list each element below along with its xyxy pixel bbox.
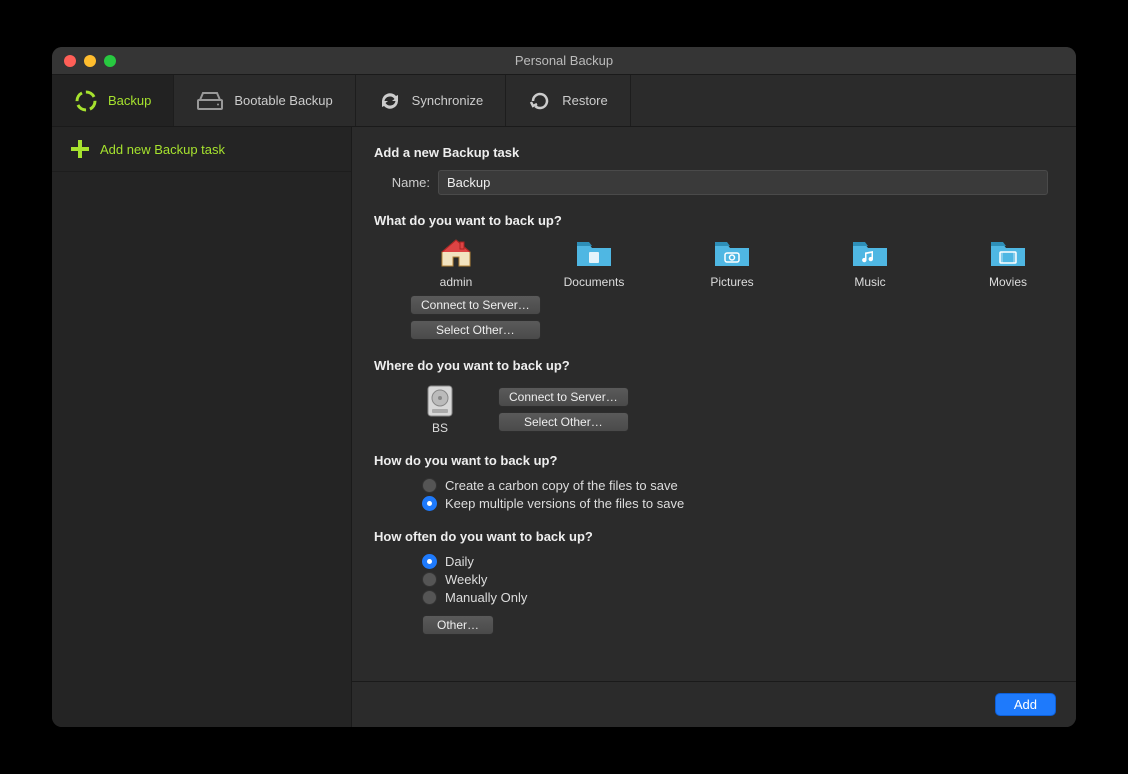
footer: Add <box>352 681 1076 727</box>
source-pictures[interactable]: Pictures <box>686 238 778 289</box>
minimize-icon[interactable] <box>84 55 96 67</box>
window-title: Personal Backup <box>52 53 1076 68</box>
how-option-multiple-versions[interactable]: Keep multiple versions of the files to s… <box>422 496 1054 511</box>
titlebar: Personal Backup <box>52 47 1076 75</box>
backup-name-input[interactable] <box>438 170 1048 195</box>
source-label: Music <box>854 275 885 289</box>
tab-backup[interactable]: Backup <box>52 75 174 126</box>
add-backup-task[interactable]: Add new Backup task <box>52 127 351 172</box>
source-label: Movies <box>989 275 1027 289</box>
how-option-carbon-copy[interactable]: Create a carbon copy of the files to sav… <box>422 478 1054 493</box>
drive-icon <box>196 90 224 112</box>
connect-to-server-dest-button[interactable]: Connect to Server… <box>498 387 629 407</box>
form-heading: Add a new Backup task <box>374 145 1054 160</box>
select-other-dest-button[interactable]: Select Other… <box>498 412 629 432</box>
radio-label: Daily <box>445 554 474 569</box>
movies-folder-icon <box>989 238 1027 271</box>
add-button[interactable]: Add <box>995 693 1056 716</box>
sync-icon <box>378 89 402 113</box>
radio-icon <box>422 478 437 493</box>
toolbar: Backup Bootable Backup Synchronize Resto… <box>52 75 1076 127</box>
radio-icon <box>422 554 437 569</box>
radio-icon <box>422 572 437 587</box>
pictures-folder-icon <box>713 238 751 271</box>
source-label: Documents <box>564 275 625 289</box>
how-heading: How do you want to back up? <box>374 453 1054 468</box>
tab-label: Backup <box>108 93 151 108</box>
source-admin[interactable]: admin <box>410 238 502 289</box>
freq-heading: How often do you want to back up? <box>374 529 1054 544</box>
source-movies[interactable]: Movies <box>962 238 1054 289</box>
source-music[interactable]: Music <box>824 238 916 289</box>
backup-icon <box>74 89 98 113</box>
main-panel: Add a new Backup task Name: What do you … <box>352 127 1076 727</box>
destination-disk[interactable]: BS <box>410 383 470 435</box>
app-window: Personal Backup Backup Bootable Backup S… <box>52 47 1076 727</box>
tab-bootable-backup[interactable]: Bootable Backup <box>174 75 355 126</box>
source-label: admin <box>440 275 473 289</box>
maximize-icon[interactable] <box>104 55 116 67</box>
home-folder-icon <box>439 238 473 271</box>
radio-icon <box>422 496 437 511</box>
connect-to-server-button[interactable]: Connect to Server… <box>410 295 541 315</box>
freq-option-weekly[interactable]: Weekly <box>422 572 1054 587</box>
tab-label: Synchronize <box>412 93 484 108</box>
source-documents[interactable]: Documents <box>548 238 640 289</box>
tab-label: Restore <box>562 93 608 108</box>
radio-icon <box>422 590 437 605</box>
name-label: Name: <box>374 175 430 190</box>
freq-option-daily[interactable]: Daily <box>422 554 1054 569</box>
sidebar: Add new Backup task <box>52 127 352 727</box>
music-folder-icon <box>851 238 889 271</box>
window-controls <box>52 55 116 67</box>
tab-synchronize[interactable]: Synchronize <box>356 75 507 126</box>
freq-other-button[interactable]: Other… <box>422 615 494 635</box>
close-icon[interactable] <box>64 55 76 67</box>
tab-restore[interactable]: Restore <box>506 75 631 126</box>
restore-icon <box>528 89 552 113</box>
radio-label: Weekly <box>445 572 487 587</box>
source-label: Pictures <box>710 275 753 289</box>
radio-label: Keep multiple versions of the files to s… <box>445 496 684 511</box>
destination-label: BS <box>432 421 448 435</box>
radio-label: Manually Only <box>445 590 527 605</box>
documents-folder-icon <box>575 238 613 271</box>
radio-label: Create a carbon copy of the files to sav… <box>445 478 678 493</box>
select-other-source-button[interactable]: Select Other… <box>410 320 541 340</box>
tab-label: Bootable Backup <box>234 93 332 108</box>
freq-option-manual[interactable]: Manually Only <box>422 590 1054 605</box>
where-heading: Where do you want to back up? <box>374 358 1054 373</box>
plus-icon <box>70 139 90 159</box>
sidebar-item-label: Add new Backup task <box>100 142 225 157</box>
what-heading: What do you want to back up? <box>374 213 1054 228</box>
hard-disk-icon <box>422 383 458 419</box>
